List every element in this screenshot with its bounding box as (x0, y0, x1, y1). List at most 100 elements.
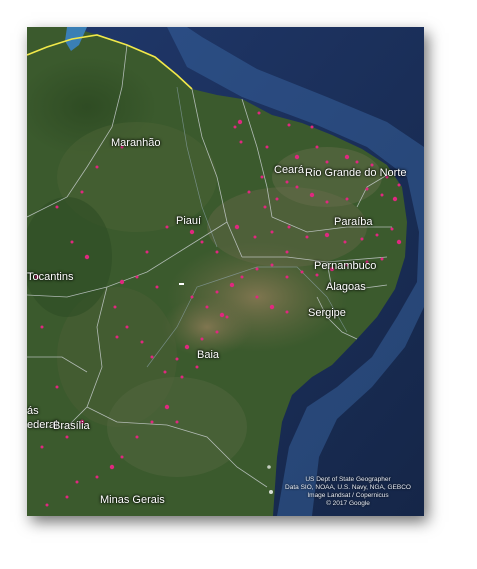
location-marker[interactable] (315, 145, 319, 149)
location-marker[interactable] (287, 123, 291, 127)
label-ceara: Ceará (274, 164, 304, 176)
location-marker[interactable] (164, 404, 170, 410)
location-marker[interactable] (165, 225, 169, 229)
location-marker[interactable] (225, 315, 229, 319)
location-marker[interactable] (55, 205, 59, 209)
location-marker[interactable] (294, 154, 300, 160)
location-marker[interactable] (309, 192, 315, 198)
location-marker[interactable] (287, 225, 291, 229)
location-marker[interactable] (65, 435, 69, 439)
location-marker[interactable] (75, 480, 79, 484)
location-marker[interactable] (295, 185, 299, 189)
location-marker[interactable] (45, 503, 49, 507)
location-marker[interactable] (113, 305, 117, 309)
location-marker[interactable] (175, 420, 179, 424)
location-marker[interactable] (155, 285, 159, 289)
map-viewport[interactable]: Maranhão Ceará Rio Grande do Norte Piauí… (27, 27, 424, 516)
location-marker[interactable] (215, 330, 219, 334)
location-marker[interactable] (285, 310, 289, 314)
location-marker[interactable] (240, 275, 244, 279)
location-marker[interactable] (270, 230, 274, 234)
location-marker[interactable] (355, 160, 359, 164)
location-marker[interactable] (325, 200, 329, 204)
location-marker[interactable] (253, 235, 257, 239)
location-marker[interactable] (150, 355, 154, 359)
location-marker[interactable] (163, 370, 167, 374)
location-marker[interactable] (360, 237, 364, 241)
label-alagoas: Alagoas (326, 281, 366, 293)
location-marker[interactable] (324, 232, 330, 238)
location-marker[interactable] (200, 240, 204, 244)
location-marker[interactable] (260, 175, 264, 179)
location-marker[interactable] (345, 197, 349, 201)
location-marker[interactable] (120, 455, 124, 459)
location-marker[interactable] (263, 205, 267, 209)
location-marker[interactable] (269, 304, 275, 310)
location-marker[interactable] (189, 229, 195, 235)
location-marker[interactable] (392, 196, 398, 202)
location-marker[interactable] (109, 464, 115, 470)
location-marker[interactable] (265, 145, 269, 149)
location-marker[interactable] (215, 250, 219, 254)
label-tocantins: Tocantins (27, 271, 74, 283)
location-marker[interactable] (175, 357, 179, 361)
location-marker[interactable] (305, 235, 309, 239)
location-marker[interactable] (184, 344, 190, 350)
location-marker[interactable] (255, 295, 259, 299)
location-marker[interactable] (205, 305, 209, 309)
location-marker[interactable] (234, 224, 240, 230)
location-marker[interactable] (200, 337, 204, 341)
location-marker[interactable] (380, 193, 384, 197)
location-marker[interactable] (229, 282, 235, 288)
location-marker[interactable] (80, 190, 84, 194)
location-marker[interactable] (275, 197, 279, 201)
location-marker[interactable] (190, 295, 194, 299)
location-marker[interactable] (95, 475, 99, 479)
location-marker[interactable] (397, 183, 401, 187)
location-marker[interactable] (270, 263, 274, 267)
location-marker[interactable] (215, 290, 219, 294)
label-piaui: Piauí (176, 215, 202, 227)
location-marker[interactable] (390, 227, 394, 231)
location-marker[interactable] (285, 250, 289, 254)
location-marker[interactable] (255, 267, 259, 271)
location-marker[interactable] (219, 312, 225, 318)
location-marker[interactable] (285, 180, 289, 184)
location-marker[interactable] (247, 190, 251, 194)
location-marker[interactable] (145, 250, 149, 254)
location-marker[interactable] (40, 325, 44, 329)
location-marker[interactable] (65, 495, 69, 499)
location-marker[interactable] (70, 240, 74, 244)
location-marker[interactable] (396, 239, 402, 245)
location-marker[interactable] (55, 385, 59, 389)
location-marker[interactable] (375, 233, 379, 237)
location-marker[interactable] (300, 270, 304, 274)
location-marker[interactable] (95, 165, 99, 169)
location-marker[interactable] (380, 257, 384, 261)
location-marker[interactable] (343, 240, 347, 244)
location-marker[interactable] (125, 325, 129, 329)
location-marker[interactable] (180, 375, 184, 379)
location-marker[interactable] (84, 254, 90, 260)
location-marker[interactable] (135, 435, 139, 439)
label-sergipe: Sergipe (308, 307, 346, 319)
location-marker[interactable] (239, 140, 243, 144)
attribution-line: Image Landsat / Copernicus (307, 492, 389, 499)
label-maranhao: Maranhão (111, 137, 161, 149)
location-marker[interactable] (365, 187, 369, 191)
location-marker[interactable] (115, 335, 119, 339)
location-marker[interactable] (310, 125, 314, 129)
location-marker[interactable] (119, 279, 125, 285)
location-marker[interactable] (150, 420, 154, 424)
location-marker[interactable] (285, 275, 289, 279)
location-marker[interactable] (257, 111, 261, 115)
location-marker[interactable] (237, 119, 243, 125)
location-marker[interactable] (233, 125, 237, 129)
location-marker[interactable] (325, 160, 329, 164)
location-marker[interactable] (195, 365, 199, 369)
location-marker[interactable] (315, 273, 319, 277)
location-marker[interactable] (40, 445, 44, 449)
location-marker[interactable] (344, 154, 350, 160)
location-marker[interactable] (135, 275, 139, 279)
location-marker[interactable] (140, 340, 144, 344)
